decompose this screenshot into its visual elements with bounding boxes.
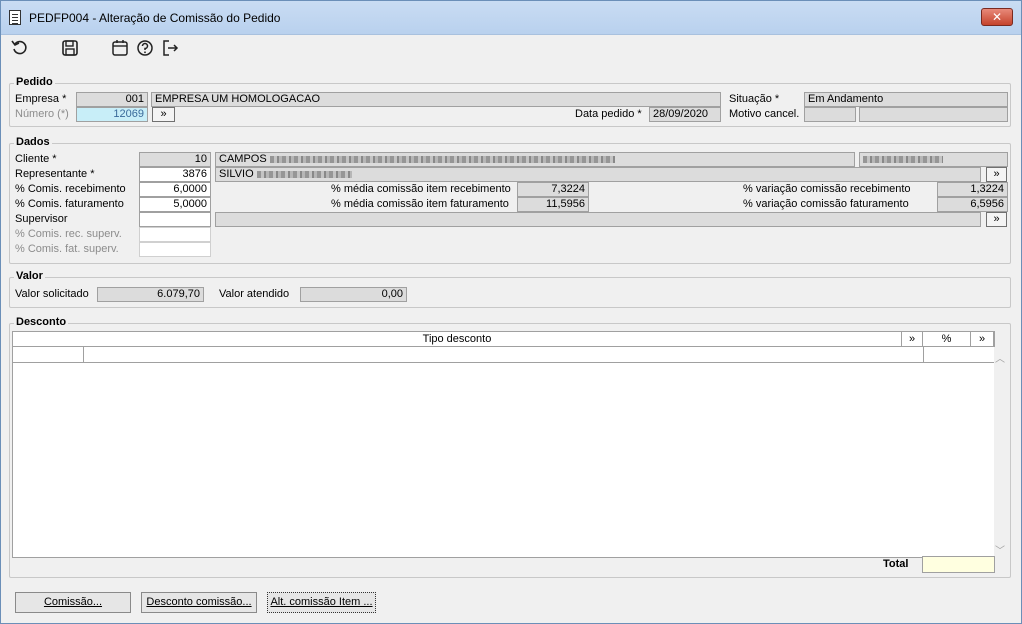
supervisor-code-field[interactable] — [139, 212, 211, 227]
data-pedido-label: Data pedido * — [575, 108, 642, 120]
var-fat-field: 6,5956 — [937, 197, 1008, 212]
desconto-comissao-button-label: Desconto comissão... — [146, 596, 252, 608]
representante-lookup-button[interactable]: » — [986, 167, 1007, 182]
comissao-button[interactable]: Comissão... — [15, 592, 131, 613]
supervisor-label: Supervisor — [15, 213, 68, 225]
title-bar: PEDFP004 - Alteração de Comissão do Pedi… — [1, 1, 1021, 35]
comis-rec-superv-label: % Comis. rec. superv. — [15, 228, 122, 240]
data-pedido-field[interactable]: 28/09/2020 — [649, 107, 721, 122]
cliente-code-field[interactable]: 10 — [139, 152, 211, 167]
scroll-down-icon[interactable]: ﹀ — [995, 542, 1005, 557]
empresa-label: Empresa * — [15, 93, 67, 105]
total-field — [922, 556, 995, 573]
motivo-cancel-desc-field — [859, 107, 1008, 122]
comissao-button-label: Comissão... — [43, 596, 103, 608]
toolbar — [2, 35, 1020, 63]
numero-field[interactable]: 12069 — [76, 107, 148, 122]
empresa-code-field[interactable]: 001 — [76, 92, 148, 107]
media-fat-field: 11,5956 — [517, 197, 589, 212]
comis-fat-label: % Comis. faturamento — [15, 198, 124, 210]
help-icon[interactable] — [135, 39, 155, 59]
grid-scrollbar[interactable]: ︿ ﹀ — [994, 347, 1006, 558]
valor-atendido-field: 0,00 — [300, 287, 407, 302]
valor-solicitado-label: Valor solicitado — [15, 288, 89, 300]
valor-legend: Valor — [14, 270, 45, 282]
valor-solicitado-field: 6.079,70 — [97, 287, 204, 302]
cliente-doc-field — [859, 152, 1008, 167]
tipo-desconto-lookup-button[interactable]: » — [902, 332, 923, 347]
redacted-text — [256, 170, 352, 178]
close-button[interactable]: ✕ — [981, 8, 1013, 26]
valor-atendido-label: Valor atendido — [219, 288, 290, 300]
calendar-icon[interactable] — [110, 39, 130, 59]
motivo-cancel-label: Motivo cancel. — [729, 108, 800, 120]
comis-rec-superv-field — [139, 227, 211, 242]
table-row[interactable] — [13, 347, 994, 363]
supervisor-lookup-button[interactable]: » — [986, 212, 1007, 227]
desconto-comissao-button[interactable]: Desconto comissão... — [141, 592, 257, 613]
column-header-percent[interactable]: % — [923, 332, 971, 347]
save-icon[interactable] — [60, 39, 80, 59]
media-receb-label: % média comissão item recebimento — [331, 183, 511, 195]
comis-fat-superv-label: % Comis. fat. superv. — [15, 243, 119, 255]
cliente-name-field: CAMPOS — [215, 152, 855, 167]
var-fat-label: % variação comissão faturamento — [743, 198, 909, 210]
cliente-name-text: CAMPOS — [219, 153, 267, 165]
representante-code-field[interactable]: 3876 — [139, 167, 211, 182]
media-fat-label: % média comissão item faturamento — [331, 198, 509, 210]
comis-receb-label: % Comis. recebimento — [15, 183, 126, 195]
window-title: PEDFP004 - Alteração de Comissão do Pedi… — [29, 11, 281, 25]
dados-legend: Dados — [14, 136, 52, 148]
empresa-name-field: EMPRESA UM HOMOLOGACAO — [151, 92, 721, 107]
comis-fat-field[interactable]: 5,0000 — [139, 197, 211, 212]
main-window: PEDFP004 - Alteração de Comissão do Pedi… — [0, 0, 1022, 624]
motivo-cancel-code-field[interactable] — [804, 107, 856, 122]
supervisor-name-field — [215, 212, 981, 227]
situacao-label: Situação * — [729, 93, 780, 105]
desconto-legend: Desconto — [14, 316, 69, 328]
undo-icon[interactable] — [10, 39, 30, 59]
comis-receb-field[interactable]: 6,0000 — [139, 182, 211, 197]
situacao-field[interactable]: Em Andamento — [804, 92, 1008, 107]
column-header-tipo-desconto[interactable]: Tipo desconto — [13, 332, 902, 347]
alt-comissao-item-button-label: Alt. comissão Item ... — [270, 596, 373, 608]
numero-label: Número (*) — [15, 108, 69, 120]
representante-label: Representante * — [15, 168, 95, 180]
column-divider — [923, 347, 924, 362]
percent-lookup-button[interactable]: » — [971, 332, 994, 347]
exit-icon[interactable] — [160, 39, 180, 59]
document-icon — [9, 10, 21, 25]
cliente-label: Cliente * — [15, 153, 57, 165]
var-receb-field: 1,3224 — [937, 182, 1008, 197]
redacted-text — [863, 155, 943, 163]
scroll-up-icon[interactable]: ︿ — [995, 350, 1005, 365]
pedido-legend: Pedido — [14, 76, 55, 88]
redacted-text — [269, 155, 615, 163]
representante-name-field: SILVIO — [215, 167, 981, 182]
representante-name-text: SILVIO — [219, 168, 254, 180]
comis-fat-superv-field — [139, 242, 211, 257]
total-label: Total — [883, 558, 909, 570]
alt-comissao-item-button[interactable]: Alt. comissão Item ... — [267, 592, 376, 613]
var-receb-label: % variação comissão recebimento — [743, 183, 911, 195]
numero-lookup-button[interactable]: » — [152, 107, 175, 122]
media-receb-field: 7,3224 — [517, 182, 589, 197]
table-cell-code[interactable] — [13, 347, 84, 362]
desconto-grid: Tipo desconto » % » — [12, 331, 995, 558]
